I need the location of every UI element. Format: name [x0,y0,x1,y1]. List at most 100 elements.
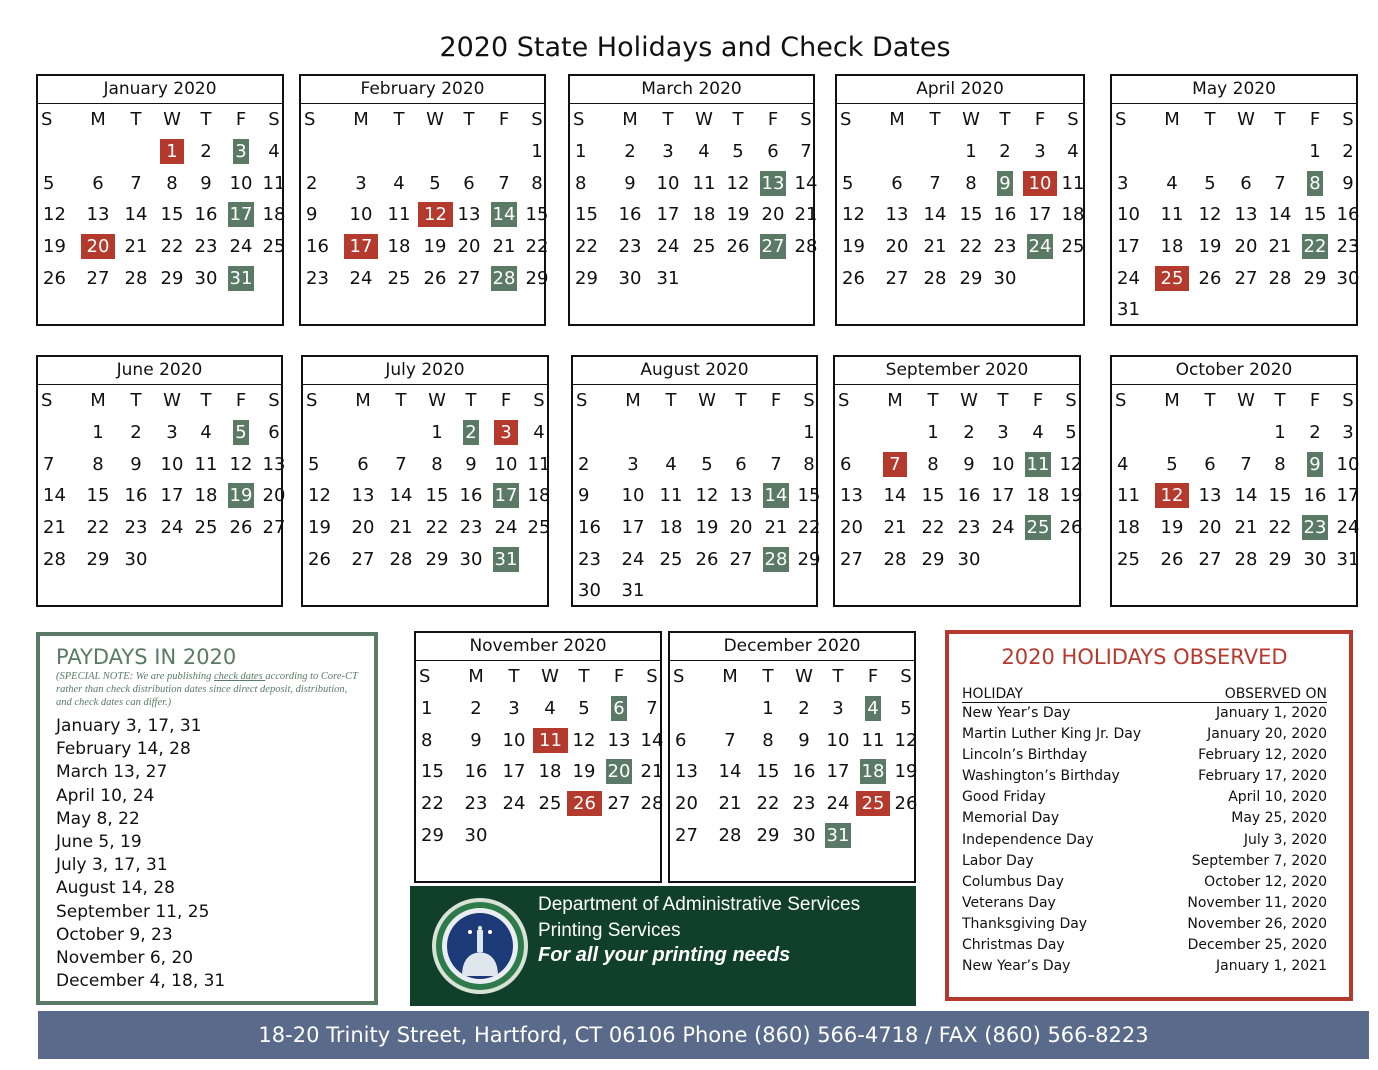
day-cell: 27 [601,788,637,820]
day-cell: 12 [41,199,79,231]
day-number: 31 [656,267,680,289]
weekday-header: T [130,109,142,130]
day-cell: 23 [189,231,223,263]
day-number: 16 [578,517,601,539]
day-number: 29 [86,548,110,570]
day-cell: 14 [876,480,914,512]
day-number: 19 [308,517,331,539]
day-number: 17 [1028,204,1052,226]
day-cell: 11 [189,449,223,481]
day-number: 29 [575,267,598,289]
day-number: 22 [756,793,780,815]
day-cell: 18 [1020,480,1056,512]
day-cell: 18 [533,756,567,788]
day-cell: 7 [382,449,420,481]
empty-cell [306,417,344,449]
day-cell: 4 [189,417,223,449]
day-cell: 1 [419,693,457,725]
day-number: 26 [726,236,750,258]
day-cell: 17 [1115,231,1153,263]
day-cell: 22 [749,788,787,820]
weekday-header: T [665,390,677,411]
holiday-day-cell: 12 [418,199,453,231]
day-cell: 26 [418,263,452,295]
day-number: 4 [665,453,677,475]
payday-day-cell: 24 [1022,231,1058,263]
empty-cell [117,136,155,168]
note-underlined: check dates [214,671,266,682]
day-number: 16 [459,485,483,507]
day-number: 31 [1336,548,1360,570]
day-number: 11 [533,727,568,753]
day-number: 21 [883,517,907,539]
day-cell: 29 [155,263,189,295]
weekday-header: M [355,390,371,411]
day-number: 3 [832,698,844,719]
holiday-row: Memorial Day May 25, 2020 [962,808,1327,829]
empty-cell [1191,417,1229,449]
connecticut-das-seal-icon [432,898,528,994]
day-cell: 23 [1333,231,1363,263]
day-number: 3 [1034,141,1046,162]
day-cell: 7 [1229,449,1263,481]
month-grid: S M T W T F S 1 2 3 4 5 6 7 8 9 10 11 12 13 14 15 16 17 18 19 20 21… [670,661,917,851]
weekday-header: W [428,390,446,411]
day-number: 23 [792,793,816,815]
day-cell: 25 [687,231,721,263]
day-cell: 15 [1297,199,1333,231]
day-cell: 22 [573,231,611,263]
day-number: 25 [1117,548,1140,570]
empty-cell [1229,417,1263,449]
payday-line: October 9, 23 [56,924,173,945]
holidays-table-body: New Year’s Day January 1, 2020 Martin Luth… [962,703,1327,977]
day-number: 6 [840,453,852,475]
day-cell: 26 [1153,544,1191,576]
day-number: 29 [160,267,184,289]
day-number: 4 [1067,141,1079,162]
day-number: 19 [572,761,596,783]
day-cell: 20 [259,480,289,512]
weekday-header: W [163,109,181,130]
day-cell: 13 [601,725,637,757]
weekday-header: T [662,109,674,130]
day-number: 25 [1154,265,1190,291]
weekday-header: S [1115,390,1127,411]
month-title: October 2020 [1112,357,1356,385]
day-cell: 16 [1333,199,1363,231]
day-number: 28 [389,548,413,570]
weekday-header: W [960,390,978,411]
day-number: 9 [465,453,477,475]
day-number: 26 [1160,548,1184,570]
weekday-header: T [578,666,590,687]
day-number: 17 [621,517,645,539]
day-cell: 17 [495,756,533,788]
day-number: 5 [842,172,854,194]
day-number: 25 [194,517,218,539]
day-number: 14 [124,204,148,226]
holiday-date: November 11, 2020 [1187,894,1327,911]
day-cell: 22 [954,231,988,263]
day-number: 1 [803,422,815,443]
day-cell: 19 [1191,231,1229,263]
empty-cell [690,417,724,449]
empty-cell [673,693,711,725]
day-number: 3 [662,141,674,162]
day-number: 25 [527,517,551,539]
day-number: 21 [1234,517,1258,539]
day-number: 23 [1336,236,1360,258]
holiday-row: Good Friday April 10, 2020 [962,787,1327,808]
day-cell: 11 [652,480,690,512]
weekday-header: W [962,109,980,130]
day-number: 4 [268,141,280,162]
holiday-date: January 20, 2020 [1207,726,1327,743]
day-cell: 19 [1056,480,1086,512]
holiday-name: Memorial Day [962,810,1060,827]
day-cell: 16 [304,231,342,263]
weekday-header: T [999,109,1011,130]
month-calendar: August 2020 S M T W T F S 1 2 3 4 5 6 7 8 9 10 11 12 13 14 15 1… [571,355,820,607]
day-cell: 13 [724,480,758,512]
day-cell: 3 [1022,136,1058,168]
day-number: 8 [965,172,977,194]
weekday-header: F [1309,390,1321,411]
day-cell: 6 [838,449,876,481]
